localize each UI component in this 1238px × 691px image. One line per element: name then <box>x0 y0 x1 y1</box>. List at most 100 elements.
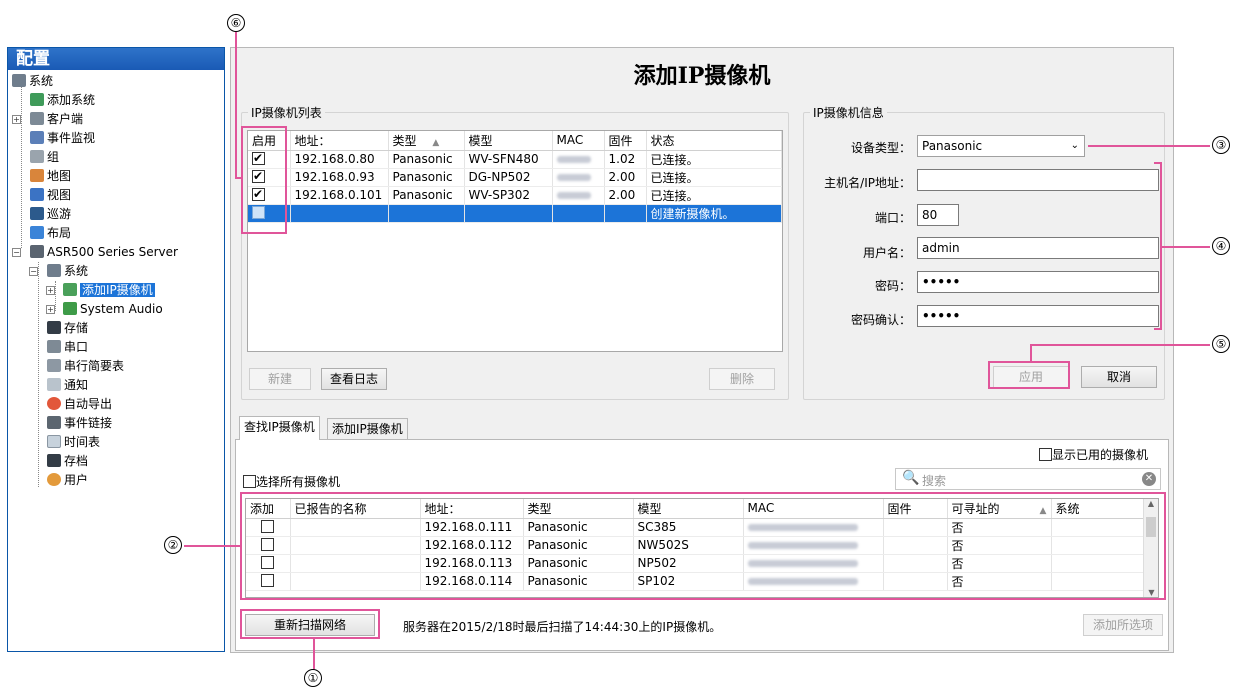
show-used-checkbox[interactable] <box>1039 448 1052 461</box>
cell-address: 192.168.0.101 <box>290 186 389 205</box>
tree-item-users[interactable]: 用户 <box>47 471 88 490</box>
col-header-address[interactable]: 地址： <box>290 131 389 151</box>
tree-item-tours[interactable]: 巡游 <box>30 205 71 224</box>
password-confirm-field[interactable]: ••••• <box>917 305 1159 327</box>
expand-icon[interactable]: + <box>12 115 21 124</box>
layout-icon <box>30 226 44 239</box>
cell-status: 创建新摄像机。 <box>646 204 782 223</box>
expand-icon[interactable]: + <box>46 305 55 314</box>
view-log-button[interactable]: 查看日志 <box>321 368 387 390</box>
cell-status: 已连接。 <box>646 150 782 169</box>
cell-address: 192.168.0.80 <box>290 150 389 169</box>
callout-leader-3 <box>1088 145 1210 147</box>
cell-type: Panasonic <box>388 186 465 205</box>
password-label: 密码： <box>874 279 911 293</box>
tree-item-archive[interactable]: 存档 <box>47 452 88 471</box>
clear-search-icon[interactable]: ✕ <box>1142 472 1156 486</box>
callout-leader-6 <box>235 32 237 177</box>
tree-item-schedules[interactable]: 时间表 <box>47 433 100 452</box>
delete-button[interactable]: 删除 <box>709 368 775 390</box>
mac-redacted <box>556 156 591 163</box>
server-icon <box>30 245 44 258</box>
password-confirm-label: 密码确认： <box>850 313 911 327</box>
cell-model: DG-NP502 <box>464 168 553 187</box>
username-label: 用户名： <box>862 246 911 260</box>
expand-icon[interactable]: + <box>46 286 55 295</box>
table-row[interactable]: 192.168.0.80 Panasonic WV-SFN480 1.02 已连… <box>248 150 782 169</box>
tree-item-views[interactable]: 视图 <box>30 186 71 205</box>
device-type-select[interactable]: Panasonic ⌄ <box>917 135 1085 157</box>
cell-address: 192.168.0.93 <box>290 168 389 187</box>
cell-model: WV-SP302 <box>464 186 553 205</box>
tour-icon <box>30 207 44 220</box>
table-row[interactable]: 192.168.0.101 Panasonic WV-SP302 2.00 已连… <box>248 186 782 205</box>
cell-firmware: 2.00 <box>604 168 647 187</box>
auto-export-icon <box>47 397 61 410</box>
callout-bracket-4-bottom <box>1154 328 1162 330</box>
sort-asc-icon: ▲ <box>432 137 440 148</box>
tree-line <box>55 281 56 311</box>
password-field[interactable]: ••••• <box>917 271 1159 293</box>
col-header-mac[interactable]: MAC <box>552 131 605 151</box>
tree-item-system-audio[interactable]: System Audio <box>63 300 163 319</box>
col-header-status[interactable]: 状态 <box>646 131 782 151</box>
search-input[interactable]: 🔍 搜索 ✕ <box>895 468 1161 490</box>
tree-item-server-system[interactable]: 系统 <box>47 262 88 281</box>
tree-item-notifications[interactable]: 通知 <box>47 376 88 395</box>
serial-profile-icon <box>47 359 61 372</box>
select-all-checkbox[interactable] <box>243 475 256 488</box>
tree-item-auto-export[interactable]: 自动导出 <box>47 395 112 414</box>
callout-6: ⑥ <box>227 14 245 32</box>
callout-highlight-5 <box>988 361 1070 389</box>
tree-item-event-links[interactable]: 事件链接 <box>47 414 112 433</box>
tree-item-layouts[interactable]: 布局 <box>30 224 71 243</box>
tree-item-serial-profiles[interactable]: 串行简要表 <box>47 357 124 376</box>
col-header-firmware[interactable]: 固件 <box>604 131 647 151</box>
group-icon <box>30 150 44 163</box>
collapse-icon[interactable]: − <box>29 267 38 276</box>
callout-leader-1 <box>313 639 315 669</box>
port-label: 端口： <box>874 211 911 225</box>
tree-item-maps[interactable]: 地图 <box>30 167 71 186</box>
tab-add-ip-camera[interactable]: 添加IP摄像机 <box>327 418 408 440</box>
tree-item-clients[interactable]: 客户端 <box>30 110 83 129</box>
tree-item-event-monitor[interactable]: 事件监视 <box>30 129 95 148</box>
tree-item-system[interactable]: 系统 <box>12 72 53 91</box>
col-header-model[interactable]: 模型 <box>464 131 553 151</box>
config-tree-panel: 配置 系统 添加系统 + 客户端 事件监视 组 地图 视图 巡游 布局 − AS… <box>7 47 225 652</box>
map-icon <box>30 169 44 182</box>
callout-leader-5v <box>1030 344 1032 361</box>
tree-item-add-system[interactable]: 添加系统 <box>30 91 95 110</box>
cancel-button[interactable]: 取消 <box>1081 366 1157 388</box>
chevron-down-icon: ⌄ <box>1070 140 1079 151</box>
tree-item-groups[interactable]: 组 <box>30 148 59 167</box>
tab-find-ip-camera[interactable]: 查找IP摄像机 <box>239 416 320 440</box>
tree-item-storage[interactable]: 存储 <box>47 319 88 338</box>
user-icon <box>47 473 61 486</box>
cell-model: WV-SFN480 <box>464 150 553 169</box>
add-selected-button[interactable]: 添加所选项 <box>1083 614 1163 636</box>
col-header-type[interactable]: 类型 ▲ <box>388 131 465 151</box>
callout-bracket-4-top <box>1154 162 1162 164</box>
cell-type: Panasonic <box>388 150 465 169</box>
device-type-label: 设备类型： <box>850 141 911 155</box>
table-row[interactable]: 192.168.0.93 Panasonic DG-NP502 2.00 已连接… <box>248 168 782 187</box>
username-field[interactable]: admin <box>917 237 1159 259</box>
new-camera-row[interactable]: 创建新摄像机。 <box>248 204 782 223</box>
schedule-icon <box>47 435 61 448</box>
callout-2: ② <box>164 536 182 554</box>
port-field[interactable]: 80 <box>917 204 959 226</box>
system-icon <box>12 74 26 87</box>
callout-4: ④ <box>1212 237 1230 255</box>
select-all-toggle[interactable]: 选择所有摄像机 <box>243 473 340 490</box>
new-button[interactable]: 新建 <box>249 368 311 390</box>
host-field[interactable] <box>917 169 1159 191</box>
show-used-toggle[interactable]: 显示已用的摄像机 <box>1039 446 1148 463</box>
host-label: 主机名/IP地址： <box>824 176 911 190</box>
tree-item-serial-port[interactable]: 串口 <box>47 338 88 357</box>
tree-item-server[interactable]: ASR500 Series Server <box>30 243 178 262</box>
tree-item-add-ip-camera[interactable]: 添加IP摄像机 <box>63 281 155 300</box>
archive-icon <box>47 454 61 467</box>
cell-status: 已连接。 <box>646 168 782 187</box>
collapse-icon[interactable]: − <box>12 248 21 257</box>
